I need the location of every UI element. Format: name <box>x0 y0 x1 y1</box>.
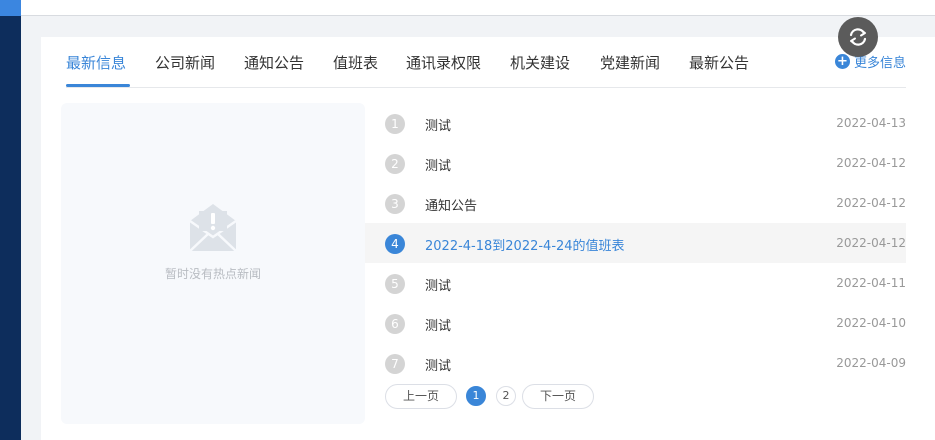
rank-badge: 6 <box>385 314 405 334</box>
refresh-button[interactable] <box>838 17 878 57</box>
news-title[interactable]: 测试 <box>425 275 451 294</box>
news-date: 2022-04-13 <box>836 116 906 130</box>
rank-badge: 3 <box>385 194 405 214</box>
news-date: 2022-04-12 <box>836 236 906 250</box>
news-item[interactable]: 2 测试 2022-04-12 <box>365 143 906 183</box>
tab-duty-roster[interactable]: 值班表 <box>333 52 378 73</box>
sidebar-accent <box>0 0 21 16</box>
tab-party-news[interactable]: 党建新闻 <box>600 52 660 73</box>
news-title[interactable]: 通知公告 <box>425 195 477 214</box>
news-item[interactable]: 6 测试 2022-04-10 <box>365 303 906 343</box>
rank-badge: 1 <box>385 114 405 134</box>
tab-office-building[interactable]: 机关建设 <box>510 52 570 73</box>
plus-circle-icon: + <box>834 54 850 69</box>
page-number-1[interactable]: 1 <box>466 386 486 406</box>
prev-page-button[interactable]: 上一页 <box>385 384 457 409</box>
left-sidebar <box>0 0 21 440</box>
news-item[interactable]: 1 测试 2022-04-13 <box>365 103 906 143</box>
news-title[interactable]: 2022-4-18到2022-4-24的值班表 <box>425 235 625 254</box>
news-title[interactable]: 测试 <box>425 155 451 174</box>
top-bar <box>21 0 935 16</box>
next-page-button[interactable]: 下一页 <box>522 384 594 409</box>
empty-mail-icon <box>189 204 237 252</box>
hot-news-box: 暂时没有热点新闻 <box>61 103 365 424</box>
news-title[interactable]: 测试 <box>425 315 451 334</box>
hot-news-empty-text: 暂时没有热点新闻 <box>164 267 261 281</box>
news-list: 1 测试 2022-04-13 2 测试 2022-04-12 3 通知公告 2… <box>365 103 906 383</box>
rank-badge: 4 <box>385 234 405 254</box>
tab-notices[interactable]: 通知公告 <box>244 52 304 73</box>
more-info-link[interactable]: + 更多信息 <box>834 52 906 71</box>
news-title[interactable]: 测试 <box>425 115 451 134</box>
news-date: 2022-04-09 <box>836 356 906 370</box>
news-item[interactable]: 5 测试 2022-04-11 <box>365 263 906 303</box>
tab-company-news[interactable]: 公司新闻 <box>155 52 215 73</box>
rank-badge: 7 <box>385 354 405 374</box>
news-panel: 最新信息 公司新闻 通知公告 值班表 通讯录权限 机关建设 党建新闻 最新公告 … <box>41 37 935 440</box>
page-number-2[interactable]: 2 <box>496 386 516 406</box>
tab-latest-announcements[interactable]: 最新公告 <box>689 52 749 73</box>
rank-badge: 2 <box>385 154 405 174</box>
news-date: 2022-04-12 <box>836 156 906 170</box>
news-title[interactable]: 测试 <box>425 355 451 374</box>
news-date: 2022-04-11 <box>836 276 906 290</box>
news-item-hovered[interactable]: 4 2022-4-18到2022-4-24的值班表 2022-04-12 <box>365 223 906 263</box>
news-date: 2022-04-10 <box>836 316 906 330</box>
tab-bar: 最新信息 公司新闻 通知公告 值班表 通讯录权限 机关建设 党建新闻 最新公告 … <box>66 37 906 88</box>
active-tab-indicator <box>66 84 130 87</box>
tab-contacts-permission[interactable]: 通讯录权限 <box>406 52 481 73</box>
news-item[interactable]: 3 通知公告 2022-04-12 <box>365 183 906 223</box>
news-date: 2022-04-12 <box>836 196 906 210</box>
news-item[interactable]: 7 测试 2022-04-09 <box>365 343 906 383</box>
tab-latest-info[interactable]: 最新信息 <box>66 52 126 73</box>
rank-badge: 5 <box>385 274 405 294</box>
refresh-icon <box>849 28 867 46</box>
